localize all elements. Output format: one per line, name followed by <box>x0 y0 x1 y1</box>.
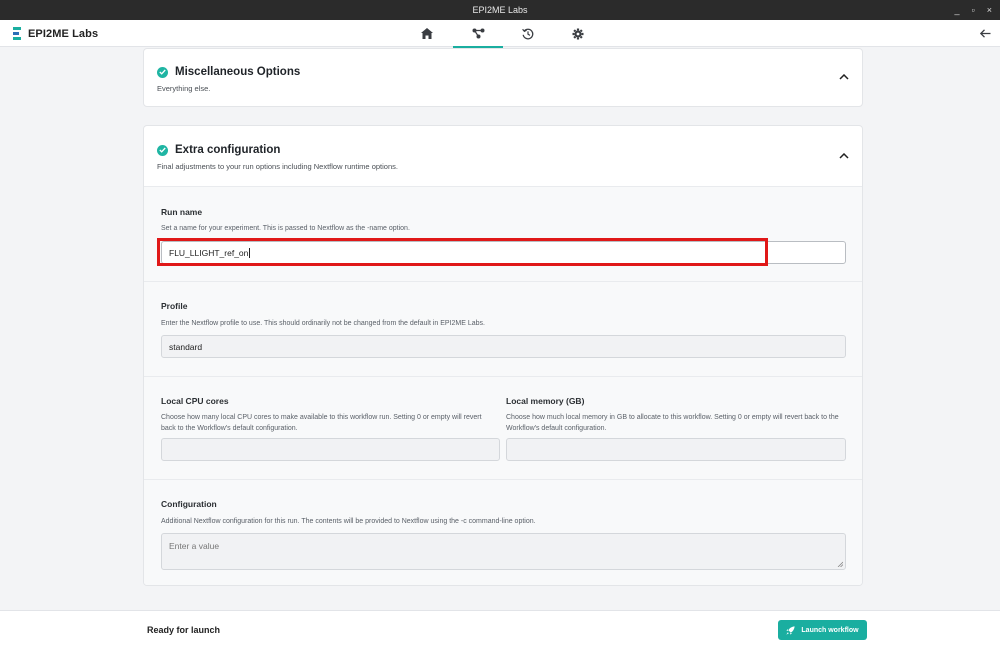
tab-home[interactable] <box>402 20 452 47</box>
profile-section: Profile Enter the Nextflow profile to us… <box>144 281 862 376</box>
extra-config-card: Extra configuration Final adjustments to… <box>143 125 863 586</box>
extra-config-header[interactable]: Extra configuration Final adjustments to… <box>144 126 862 171</box>
chevron-up-icon[interactable] <box>838 71 850 83</box>
chevron-up-icon[interactable] <box>838 150 850 162</box>
cpu-input[interactable] <box>161 438 500 461</box>
extra-config-description: Final adjustments to your run options in… <box>157 162 398 171</box>
run-name-help: Set a name for your experiment. This is … <box>161 225 410 232</box>
footer-bar: Ready for launch Launch workflow <box>0 610 1000 648</box>
app-name: EPI2ME Labs <box>28 27 99 40</box>
configuration-placeholder: Enter a value <box>169 541 220 551</box>
check-circle-icon <box>157 144 168 156</box>
extra-config-title: Extra configuration <box>175 144 281 156</box>
tab-settings[interactable] <box>553 20 603 47</box>
resize-handle-icon[interactable] <box>837 561 843 567</box>
rocket-icon <box>786 625 796 635</box>
cpu-help: Choose how many local CPU cores to make … <box>161 414 482 432</box>
check-circle-icon <box>157 66 168 78</box>
home-icon <box>421 28 433 39</box>
profile-label: Profile <box>161 301 188 311</box>
misc-options-header[interactable]: Miscellaneous Options Everything else. <box>144 49 862 93</box>
workflow-icon <box>472 28 484 39</box>
window-titlebar: EPI2ME Labs _ ▫ × <box>0 0 1000 20</box>
arrow-left-icon <box>979 28 990 38</box>
history-icon <box>522 28 534 39</box>
profile-value: standard <box>169 341 203 352</box>
app-header: EPI2ME Labs <box>0 20 1000 48</box>
configuration-textarea[interactable]: Enter a value <box>161 533 846 570</box>
window-controls: _ ▫ × <box>955 0 992 20</box>
gear-icon <box>572 28 584 39</box>
memory-label: Local memory (GB) <box>506 396 585 406</box>
configuration-label: Configuration <box>161 499 217 509</box>
minimize-button[interactable]: _ <box>955 5 960 15</box>
launch-workflow-label: Launch workflow <box>801 626 859 634</box>
tab-workflows[interactable] <box>453 20 503 48</box>
memory-help: Choose how much local memory in GB to al… <box>506 414 839 432</box>
close-button[interactable]: × <box>987 5 992 15</box>
memory-input[interactable] <box>506 438 846 461</box>
back-button[interactable] <box>976 24 994 42</box>
launch-workflow-button[interactable]: Launch workflow <box>778 620 867 640</box>
misc-options-description: Everything else. <box>157 84 211 93</box>
profile-help: Enter the Nextflow profile to use. This … <box>161 320 485 327</box>
app-logo[interactable]: EPI2ME Labs <box>13 27 98 40</box>
logo-icon <box>13 27 21 40</box>
profile-input[interactable]: standard <box>161 335 846 358</box>
tab-history[interactable] <box>503 20 553 47</box>
configuration-section: Configuration Additional Nextflow config… <box>144 479 862 585</box>
window-title: EPI2ME Labs <box>472 5 528 15</box>
resources-section: Local CPU cores Choose how many local CP… <box>144 376 862 479</box>
cpu-label: Local CPU cores <box>161 396 229 406</box>
configuration-help: Additional Nextflow configuration for th… <box>161 518 536 525</box>
run-name-section: Run name Set a name for your experiment.… <box>144 186 862 281</box>
maximize-button[interactable]: ▫ <box>972 5 975 15</box>
highlight-box <box>157 238 768 266</box>
misc-options-card: Miscellaneous Options Everything else. <box>143 48 863 107</box>
launch-status: Ready for launch <box>147 625 221 635</box>
run-name-label: Run name <box>161 207 203 217</box>
misc-options-title: Miscellaneous Options <box>175 66 301 78</box>
